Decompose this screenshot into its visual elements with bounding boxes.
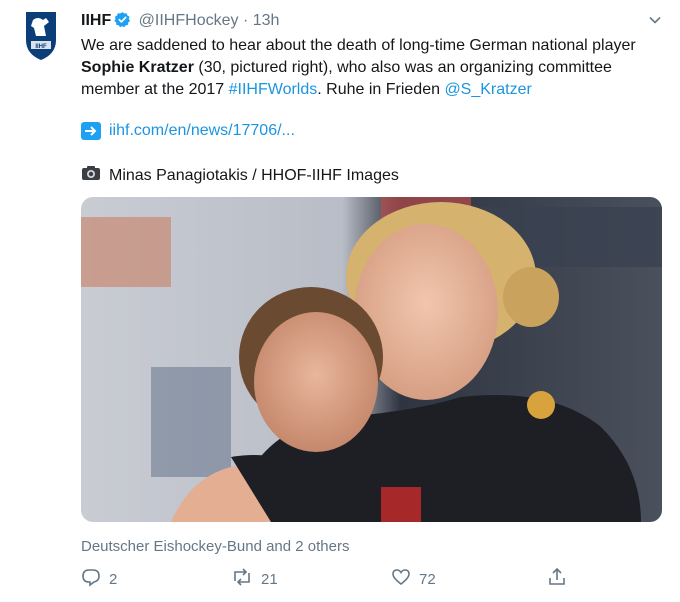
avatar[interactable]: IIHF	[22, 10, 60, 62]
verified-badge-icon	[114, 11, 131, 34]
retweet-icon	[231, 567, 253, 591]
reply-icon	[81, 567, 101, 591]
iihf-logo-icon: IIHF	[26, 12, 56, 60]
chevron-down-icon[interactable]	[648, 13, 662, 27]
like-count: 72	[419, 570, 436, 588]
reply-count: 2	[109, 570, 118, 588]
tweet-text: We are saddened to hear about the death …	[81, 35, 651, 101]
tweet-header: IIHF @IIHFHockey · 13h	[81, 11, 279, 34]
reply-button[interactable]: 2	[81, 566, 117, 592]
article-link[interactable]: iihf.com/en/news/17706/...	[109, 121, 295, 141]
tweet-card: IIHF IIHF @IIHFHockey · 13h We are sadde…	[0, 0, 680, 602]
share-icon	[547, 567, 567, 591]
mention-link[interactable]: @S_Kratzer	[444, 81, 531, 98]
tweet-text-part: . Ruhe in Frieden	[317, 81, 445, 98]
tweet-actions: 2 21 72	[81, 566, 581, 592]
retweet-button[interactable]: 21	[231, 566, 278, 592]
account-name[interactable]: IIHF	[81, 12, 111, 29]
photo-credit-row: Minas Panagiotakis / HHOF-IIHF Images	[81, 165, 399, 187]
heart-icon	[391, 567, 411, 591]
tweet-photo[interactable]	[81, 197, 662, 522]
retweet-count: 21	[261, 570, 278, 588]
arrow-right-icon	[81, 122, 101, 140]
hashtag-link[interactable]: #IIHFWorlds	[229, 81, 318, 98]
tweet-bold-name: Sophie Kratzer	[81, 59, 194, 76]
share-button[interactable]	[547, 566, 567, 592]
camera-icon	[81, 165, 101, 187]
meta-separator: ·	[242, 12, 249, 29]
like-button[interactable]: 72	[391, 566, 436, 592]
photo-credit: Minas Panagiotakis / HHOF-IIHF Images	[109, 167, 399, 184]
account-handle[interactable]: @IIHFHockey	[139, 12, 239, 29]
url-row: iihf.com/en/news/17706/...	[81, 121, 295, 141]
liked-by-text[interactable]: Deutscher Eishockey-Bund and 2 others	[81, 538, 349, 556]
avatar-label: IIHF	[35, 44, 47, 50]
tweet-time[interactable]: 13h	[253, 12, 280, 29]
tweet-text-part: We are saddened to hear about the death …	[81, 37, 636, 54]
